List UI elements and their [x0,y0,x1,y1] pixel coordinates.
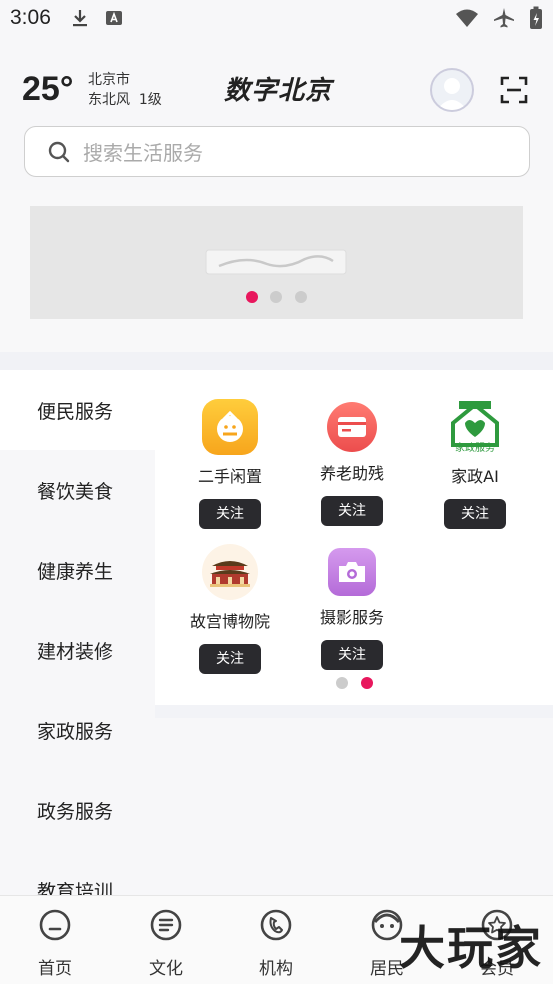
follow-button[interactable]: 关注 [321,640,383,670]
elderly-care-icon [327,402,377,452]
nav-culture[interactable]: 文化 [126,908,206,979]
city-name: 北京市 [88,72,130,88]
services-panel: 二手闲置 关注 养老助残 关注 家政服务 家政AI 关注 故宫博物院 关注 摄影… [155,370,553,705]
airplane-icon [494,8,514,28]
service-name: 故宫博物院 [189,612,270,631]
follow-button[interactable]: 关注 [321,496,383,526]
search-input[interactable]: 搜索生活服务 [83,137,203,166]
download-icon [73,10,87,27]
svg-text:家政服务: 家政服务 [455,441,495,454]
user-avatar-icon [437,78,467,110]
service-page-dot-active[interactable] [361,677,373,689]
status-time: 3:06 [10,6,51,29]
category-item-health[interactable]: 健康养生 [0,530,155,610]
category-item-government[interactable]: 政务服务 [0,770,155,850]
service-name: 二手闲置 [197,467,262,486]
panel-divider [155,705,553,718]
home-icon [39,909,71,941]
banner-dot-active[interactable] [246,291,258,303]
panel-empty-area [155,718,553,895]
camera-icon [328,548,376,596]
watermark: 大玩家 [399,921,543,975]
category-item-renovation[interactable]: 建材装修 [0,610,155,690]
nav-home[interactable]: 首页 [15,908,95,979]
follow-button[interactable]: 关注 [444,499,506,529]
category-list[interactable]: 便民服务 餐饮美食 健康养生 建材装修 家政服务 政务服务 教育培训 [0,370,155,895]
font-icon [106,11,122,25]
section-divider [0,352,553,370]
search-bar[interactable]: 搜索生活服务 [24,126,530,177]
service-name: 摄影服务 [319,608,384,627]
follow-button[interactable]: 关注 [199,499,261,529]
palace-museum-icon [202,544,258,600]
service-photography[interactable]: 摄影服务 关注 [292,544,412,670]
service-housekeeping[interactable]: 家政服务 家政AI 关注 [415,399,535,529]
category-item-convenience[interactable]: 便民服务 [0,370,155,450]
service-palace-museum[interactable]: 故宫博物院 关注 [170,544,290,674]
housekeeping-icon: 家政服务 [447,399,503,455]
service-page-dot[interactable] [336,677,348,689]
follow-button[interactable]: 关注 [199,644,261,674]
avatar[interactable] [430,68,474,112]
temperature: 25° [22,70,74,108]
nav-label: 首页 [38,959,72,979]
image-placeholder-icon [205,249,347,275]
weather-wind: 东北风 1级 [88,92,162,108]
organization-icon [260,909,292,941]
service-name: 家政AI [451,467,499,486]
search-icon [48,141,70,162]
service-name: 养老助残 [319,464,384,483]
category-item-housekeeping[interactable]: 家政服务 [0,690,155,770]
wifi-icon [456,9,478,27]
banner-dot[interactable] [295,291,307,303]
category-item-dining[interactable]: 餐饮美食 [0,450,155,530]
culture-icon [150,909,182,941]
status-icons [455,6,543,30]
battery-icon [530,6,542,29]
service-elderly-care[interactable]: 养老助残 关注 [292,399,412,526]
category-item-education[interactable]: 教育培训 [0,850,155,896]
weather-info: 北京市 东北风 1级 [88,70,162,110]
secondhand-icon [202,399,258,455]
scan-icon[interactable] [500,76,528,104]
nav-label: 文化 [149,959,183,979]
nav-label: 机构 [259,959,293,979]
app-title: 数字北京 [223,76,332,106]
service-secondhand[interactable]: 二手闲置 关注 [170,399,290,529]
nav-organization[interactable]: 机构 [236,908,316,979]
banner-dot[interactable] [270,291,282,303]
